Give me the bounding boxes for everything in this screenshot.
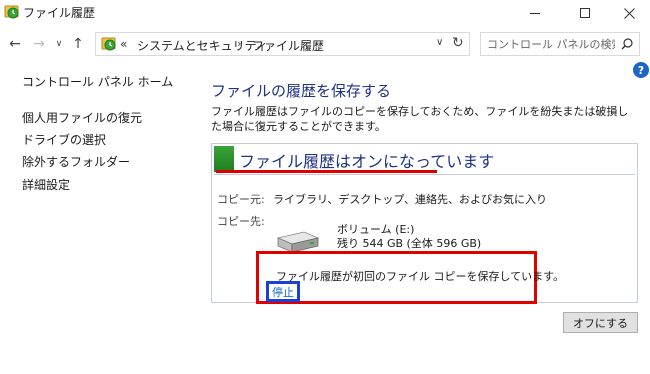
maximize-button[interactable] [562,0,608,26]
breadcrumb-separator-icon[interactable]: › [237,37,241,50]
drive-free-space: 残り 544 GB (全体 596 GB) [337,237,482,250]
status-header: ファイル履歴はオンになっています [212,144,637,174]
breadcrumb-overflow-icon[interactable]: « [120,37,127,51]
search-input[interactable] [487,36,615,52]
address-dropdown-icon[interactable]: ∨ [436,37,443,48]
close-icon [623,7,635,19]
copy-from-label: コピー元: [217,193,265,206]
sidebar-item-exclude-folders[interactable]: 除外するフォルダー [22,153,130,170]
red-highlight-annotation: ファイル履歴が初回のファイル コピーを保存しています。 停止 [256,251,564,304]
navigation-bar: ← → ∨ ↑ « システムとセキュリティ › ファイル履歴 ∨ ↻ [0,30,650,58]
up-arrow-icon: ↑ [72,36,84,52]
copy-to-label: コピー先: [217,215,265,228]
back-button[interactable]: ← [6,34,24,54]
red-underline-annotation [216,170,437,173]
forward-button[interactable]: → [30,34,48,54]
file-history-app-icon [4,5,19,19]
page-description: ファイル履歴はファイルのコピーを保存しておくため、ファイルを紛失または破損した場… [211,105,629,133]
status-on-indicator [214,146,234,172]
help-icon[interactable]: ? [633,62,649,78]
breadcrumb-system-security[interactable]: システムとセキュリティ [137,37,268,54]
title-bar: ファイル履歴 [0,0,650,26]
window-title: ファイル履歴 [23,6,96,20]
recent-locations-button[interactable]: ∨ [54,34,64,54]
turn-off-button[interactable]: オフにする [563,312,638,333]
sidebar-item-restore-personal-files[interactable]: 個人用ファイルの復元 [22,109,142,126]
control-panel-home-link[interactable]: コントロール パネル ホーム [22,73,173,90]
maximize-icon [580,8,590,18]
sidebar-item-select-drive[interactable]: ドライブの選択 [22,131,106,148]
up-button[interactable]: ↑ [70,34,86,54]
status-divider [214,174,635,175]
stop-link[interactable]: 停止 [266,281,300,302]
breadcrumb-file-history[interactable]: ファイル履歴 [252,37,324,54]
file-history-location-icon [101,37,116,51]
minimize-button[interactable] [512,0,558,26]
chevron-down-icon: ∨ [55,39,63,49]
copy-from-value: ライブラリ、デスクトップ、連絡先、およびお気に入り [273,193,548,206]
status-panel: ファイル履歴はオンになっています コピー元: ライブラリ、デスクトップ、連絡先、… [211,143,638,304]
progress-message: ファイル履歴が初回のファイル コピーを保存しています。 [276,270,565,283]
page-title: ファイルの履歴を保存する [211,82,392,100]
back-arrow-icon: ← [9,36,21,52]
search-icon[interactable] [621,38,633,50]
forward-arrow-icon: → [33,36,45,52]
address-bar[interactable]: « システムとセキュリティ › ファイル履歴 ∨ ↻ [95,32,470,56]
close-button[interactable] [606,0,650,26]
status-title: ファイル履歴はオンになっています [239,152,495,171]
sidebar-item-advanced-settings[interactable]: 詳細設定 [22,176,70,193]
refresh-icon[interactable]: ↻ [452,35,464,51]
minimize-icon [530,12,540,14]
search-box[interactable] [480,32,640,56]
